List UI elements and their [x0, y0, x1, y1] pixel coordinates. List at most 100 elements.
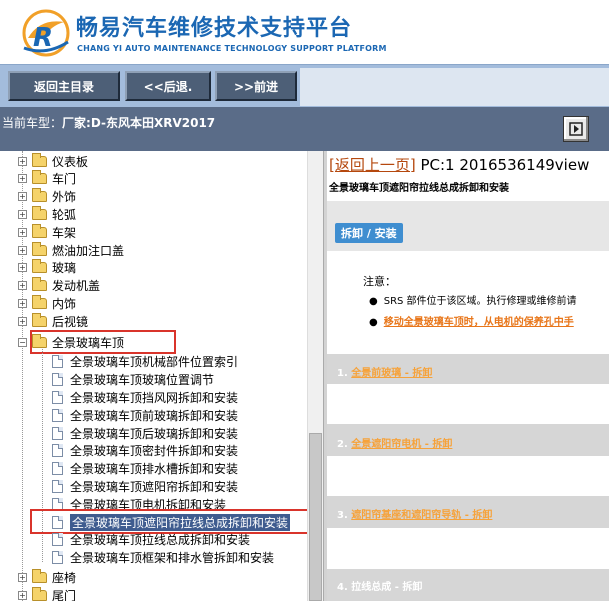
expand-icon[interactable]: + [18, 316, 27, 326]
current-car-label: 当前车型：厂家:D-东风本田XRV2017 [2, 114, 215, 131]
expand-icon[interactable]: + [18, 209, 27, 219]
step-link[interactable]: 全景前玻璃 - 拆卸 [351, 368, 432, 379]
expand-icon[interactable]: + [18, 281, 27, 291]
tree-folder[interactable]: + 仪表板 [18, 152, 88, 170]
toolbar: 返回主目录 <<后退. >>前进 [0, 64, 609, 107]
tree-item-label: 全景玻璃车顶排水槽拆卸和安装 [70, 462, 239, 477]
tree-folder[interactable]: + 车门 [18, 170, 76, 188]
expand-icon[interactable]: + [18, 298, 27, 308]
brand-title: 畅易汽车维修技术支持平台 [76, 16, 353, 41]
tree-item[interactable]: 全景玻璃车顶玻璃位置调节 [52, 371, 214, 389]
folder-icon [32, 568, 47, 583]
doc-subtitle: 全景玻璃车顶遮阳帘拉线总成拆卸和安装 [329, 183, 509, 194]
tree-item[interactable]: 全景玻璃车顶遮阳帘拆卸和安装 [52, 477, 238, 495]
tree-folder[interactable]: + 燃油加注口盖 [18, 241, 124, 259]
tree-item-label: 全景玻璃车顶遮阳帘拆卸和安装 [70, 479, 239, 494]
tab-remove-install[interactable]: 拆卸 / 安装 [335, 223, 403, 243]
tree-folder-label: 车架 [52, 225, 77, 240]
folder-icon [32, 586, 47, 601]
document-icon [52, 533, 63, 547]
step-1: 1. 全景前玻璃 - 拆卸 [337, 364, 432, 379]
step-link[interactable]: 遮阳帘基座和遮阳帘导轨 - 拆卸 [351, 510, 492, 521]
document-icon [52, 551, 63, 565]
tree-folder[interactable]: + 发动机盖 [18, 277, 100, 295]
expand-icon[interactable]: + [18, 227, 27, 237]
expand-icon[interactable]: + [18, 174, 27, 184]
tree-item[interactable]: 全景玻璃车顶拉线总成拆卸和安装 [52, 531, 250, 549]
tree-item-label: 全景玻璃车顶框架和排水管拆卸和安装 [70, 551, 275, 566]
current-car-prefix: 当前车型： [2, 116, 63, 130]
step-link[interactable]: 全景遮阳帘电机 - 拆卸 [351, 439, 452, 450]
tree-item[interactable]: 全景玻璃车顶机械部件位置索引 [52, 353, 238, 371]
tree-folder-label: 发动机盖 [52, 279, 101, 294]
tree-folder[interactable]: + 外饰 [18, 188, 76, 206]
bullet-icon: ● [369, 317, 378, 328]
tree-folder[interactable]: + 尾门 [18, 586, 76, 601]
step-number: 1. [337, 368, 348, 379]
tree-folder-label: 座椅 [52, 570, 77, 585]
folder-icon [32, 170, 47, 185]
home-button[interactable]: 返回主目录 [8, 71, 120, 101]
tree-folder-label: 尾门 [52, 588, 77, 601]
folder-icon [32, 152, 47, 167]
expand-icon[interactable]: + [18, 156, 27, 166]
doc-header: [返回上一页] PC:1 2016536149view [329, 154, 589, 175]
back-button[interactable]: <<后退. [125, 71, 211, 101]
car-info-bar: 当前车型：厂家:D-东风本田XRV2017 [0, 107, 609, 151]
step-2: 2. 全景遮阳帘电机 - 拆卸 [337, 435, 452, 450]
tree-item[interactable]: 全景玻璃车顶后玻璃拆卸和安装 [52, 424, 238, 442]
step-4: 4. 拉线总成 - 拆卸 [337, 578, 422, 593]
tree-folder-label: 轮弧 [52, 207, 77, 222]
folder-icon [32, 241, 47, 256]
tree-item-label: 全景玻璃车顶密封件拆卸和安装 [70, 444, 239, 459]
tree-folder[interactable]: + 玻璃 [18, 259, 76, 277]
tree-item-label: 全景玻璃车顶机械部件位置索引 [70, 355, 239, 370]
brand-subtitle: CHANG YI AUTO MAINTENANCE TECHNOLOGY SUP… [77, 44, 387, 53]
folder-icon [32, 205, 47, 220]
tree-item-label: 全景玻璃车顶拉线总成拆卸和安装 [70, 533, 251, 548]
document-icon [52, 479, 63, 493]
expand-panel-button[interactable] [563, 116, 589, 142]
folder-icon [32, 312, 47, 327]
tree-item[interactable]: 全景玻璃车顶挡风网拆卸和安装 [52, 388, 238, 406]
doc-id: PC:1 2016536149view [415, 156, 590, 174]
bullet-icon: ● [369, 296, 378, 307]
tree-scroll-thumb[interactable] [309, 433, 322, 601]
tree-folder-label: 仪表板 [52, 154, 89, 169]
forward-button[interactable]: >>前进 [215, 71, 297, 101]
expand-icon[interactable]: + [18, 590, 27, 600]
document-icon [52, 462, 63, 476]
tree-item-label: 全景玻璃车顶挡风网拆卸和安装 [70, 390, 239, 405]
note-label: 注意： [363, 275, 396, 288]
tree-scrollbar[interactable] [307, 151, 323, 601]
folder-icon [32, 188, 47, 203]
tree-folder-label: 车门 [52, 172, 77, 187]
back-link[interactable]: [返回上一页] [329, 156, 416, 174]
tree-folder[interactable]: + 轮弧 [18, 205, 76, 223]
tree-folder[interactable]: + 后视镜 [18, 312, 88, 330]
tree-item[interactable]: 全景玻璃车顶框架和排水管拆卸和安装 [52, 549, 274, 567]
expand-icon[interactable]: + [18, 245, 27, 255]
expand-icon[interactable]: + [18, 572, 27, 582]
expand-icon[interactable]: + [18, 192, 27, 202]
tree-item[interactable]: 全景玻璃车顶排水槽拆卸和安装 [52, 460, 238, 478]
tree-item[interactable]: 全景玻璃车顶密封件拆卸和安装 [52, 442, 238, 460]
expand-icon[interactable]: + [18, 263, 27, 273]
tree-folder-label: 玻璃 [52, 261, 77, 276]
folder-icon [32, 259, 47, 274]
folder-icon [32, 294, 47, 309]
tree-folder-label: 外饰 [52, 190, 77, 205]
document-icon [52, 355, 63, 369]
tree-item[interactable]: 全景玻璃车顶前玻璃拆卸和安装 [52, 406, 238, 424]
toolbar-spacer [300, 68, 609, 106]
tree-folder[interactable]: + 内饰 [18, 294, 76, 312]
tree-folder[interactable]: + 座椅 [18, 568, 76, 586]
collapse-icon[interactable]: − [18, 337, 27, 347]
tree-item-label: 全景玻璃车顶前玻璃拆卸和安装 [70, 408, 239, 423]
document-icon [52, 390, 63, 404]
cy-logo-icon: R [22, 9, 70, 57]
step-number: 4. [337, 582, 348, 593]
tree-folder[interactable]: + 车架 [18, 223, 76, 241]
note-warning-link[interactable]: 移动全景玻璃车顶时，从电机的保养孔中手 [384, 317, 574, 328]
folder-icon [32, 277, 47, 292]
